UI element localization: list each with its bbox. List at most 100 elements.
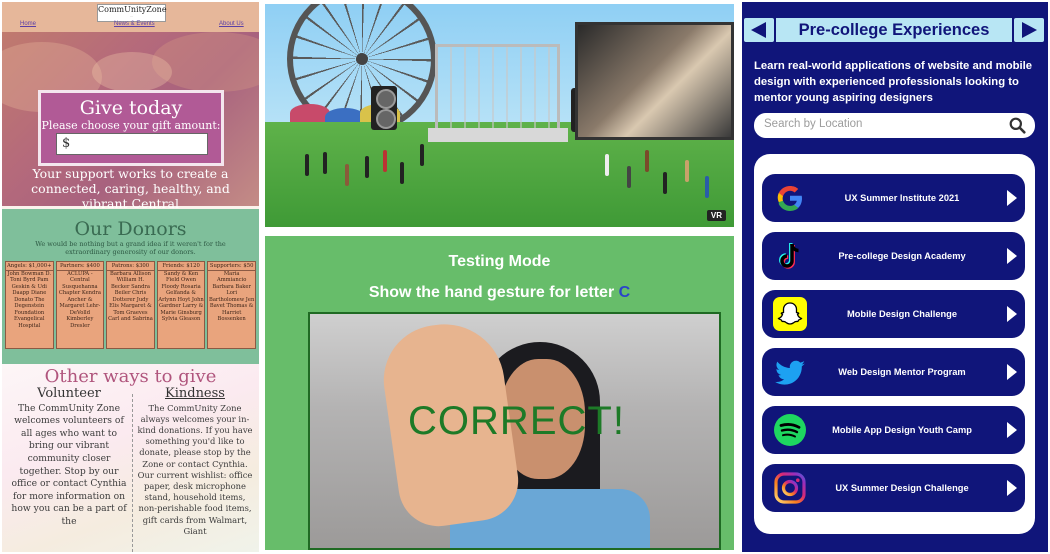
programs-list: UX Summer Institute 2021 Pre-college Des… xyxy=(754,154,1035,534)
logo-tagline: ... xyxy=(130,14,133,18)
column-divider xyxy=(132,394,133,552)
gesture-prompt: Show the hand gesture for letter C xyxy=(265,284,734,302)
donor-tier: Patrons: $300 Barbara Allison William H. … xyxy=(106,261,155,349)
location-search-input[interactable]: Search by Location xyxy=(754,113,1035,138)
program-label: UX Summer Design Challenge xyxy=(835,483,969,493)
tier-names: ACLUPA - Central Susquehanna Chapter Ken… xyxy=(58,270,101,329)
avatar xyxy=(663,172,667,194)
testing-mode-title: Testing Mode xyxy=(448,253,551,270)
avatar xyxy=(305,154,309,176)
tier-name: Patrons: $300 xyxy=(107,263,154,271)
kindness-column: Kindness The CommUnity Zone always welco… xyxy=(136,386,254,537)
volunteer-text: The CommUnity Zone welcomes volunteers o… xyxy=(11,402,127,527)
program-item[interactable]: Pre-college Design Academy xyxy=(762,232,1025,280)
donors-title: Our Donors xyxy=(74,218,187,240)
stage-floor xyxy=(428,128,568,142)
kindness-text: The CommUnity Zone always welcomes your … xyxy=(137,402,253,536)
other-ways-section: Other ways to give Volunteer The CommUni… xyxy=(2,364,259,552)
gift-amount-input[interactable]: $ xyxy=(56,133,208,155)
video-screen xyxy=(575,22,734,140)
tier-name: Partners: $400 xyxy=(56,263,104,271)
community-zone-panel: CommUnityZone ... Home News & Events Abo… xyxy=(2,2,259,552)
search-placeholder: Search by Location xyxy=(764,118,863,130)
kindness-heading: Kindness xyxy=(165,386,225,401)
spotify-icon xyxy=(774,414,806,446)
volunteer-column: Volunteer The CommUnity Zone welcomes vo… xyxy=(10,386,128,529)
snapchat-icon xyxy=(773,297,807,331)
logo-text: CommUnityZone xyxy=(98,5,167,14)
nav-news-link[interactable]: News & Events xyxy=(114,21,155,27)
donors-section: Our Donors We would be nothing but a gra… xyxy=(2,209,259,364)
donor-tiers: Angels: $1,000+ John Bowman D. Toni Byrd … xyxy=(2,261,259,349)
tiktok-icon xyxy=(779,243,799,269)
program-item[interactable]: UX Summer Institute 2021 xyxy=(762,174,1025,222)
tier-name: Friends: $120 xyxy=(157,263,205,271)
give-subtitle: Please choose your gift amount: xyxy=(41,119,221,132)
donor-tier: Supporters: $50 Maria Ammiancio Barbara B… xyxy=(207,261,256,349)
vr-mode-button[interactable]: VR xyxy=(706,210,726,221)
support-text: Your support works to create a connected… xyxy=(31,166,230,211)
play-icon xyxy=(1007,422,1017,438)
arrow-left-icon xyxy=(751,22,766,38)
donors-intro: We would be nothing but a grand idea if … xyxy=(35,240,226,256)
program-label: Web Design Mentor Program xyxy=(838,367,966,377)
nav-home-link[interactable]: Home xyxy=(20,21,36,27)
play-icon xyxy=(1007,248,1017,264)
avatar xyxy=(400,162,404,184)
program-item[interactable]: UX Summer Design Challenge xyxy=(762,464,1025,512)
program-item[interactable]: Mobile Design Challenge xyxy=(762,290,1025,338)
vr-concert-scene: VR xyxy=(265,4,734,227)
site-header: CommUnityZone ... Home News & Events Abo… xyxy=(2,2,259,32)
play-icon xyxy=(1007,364,1017,380)
nav-about-link[interactable]: About Us xyxy=(219,21,244,27)
play-icon xyxy=(1007,190,1017,206)
tier-names: Barbara Allison William H. Becker Sandra… xyxy=(108,270,153,323)
avatar xyxy=(685,160,689,182)
site-logo[interactable]: CommUnityZone ... xyxy=(97,4,167,22)
wheel-hub xyxy=(356,53,368,65)
play-icon xyxy=(1007,480,1017,496)
tier-name: Angels: $1,000+ xyxy=(6,263,53,271)
program-label: Mobile App Design Youth Camp xyxy=(832,425,972,435)
donor-tier: Friends: $120 Sandy & Ken Field Owen Floo… xyxy=(156,261,206,349)
avatar xyxy=(323,152,327,174)
tier-names: John Bowman D. Toni Byrd Pam Geskin & Ud… xyxy=(7,270,52,329)
play-icon xyxy=(1007,306,1017,322)
program-item[interactable]: Web Design Mentor Program xyxy=(762,348,1025,396)
program-label: UX Summer Institute 2021 xyxy=(844,193,960,203)
hands-image xyxy=(92,52,172,92)
precollege-description: Learn real-world applications of website… xyxy=(754,60,1033,104)
donor-tier: Partners: $400 ACLUPA - Central Susquehan… xyxy=(55,261,105,349)
avatar xyxy=(645,150,649,172)
instagram-icon xyxy=(774,472,806,504)
speaker xyxy=(371,86,397,130)
twitter-icon xyxy=(775,360,805,385)
avatar xyxy=(420,144,424,166)
precollege-panel: Pre-college Experiences Learn real-world… xyxy=(742,2,1048,552)
avatar xyxy=(383,150,387,172)
give-today-box: Give today Please choose your gift amoun… xyxy=(38,90,224,166)
tier-name: Supporters: $50 xyxy=(208,263,255,271)
concert-stage xyxy=(428,44,568,142)
program-label: Mobile Design Challenge xyxy=(846,309,958,319)
google-icon xyxy=(777,186,802,211)
program-label: Pre-college Design Academy xyxy=(838,251,966,261)
tent xyxy=(290,104,330,122)
precollege-header: Pre-college Experiences xyxy=(742,12,1048,46)
tier-names: Maria Ammiancio Barbara Baker Lori Barth… xyxy=(209,270,255,323)
hands-image xyxy=(152,32,259,92)
other-ways-title: Other ways to give xyxy=(44,366,217,387)
donor-tier: Angels: $1,000+ John Bowman D. Toni Byrd … xyxy=(5,261,54,349)
previous-button[interactable] xyxy=(744,18,774,42)
volunteer-heading: Volunteer xyxy=(37,386,101,401)
precollege-title: Pre-college Experiences xyxy=(776,18,1012,42)
result-feedback: CORRECT! xyxy=(408,399,625,443)
give-title: Give today xyxy=(79,97,183,119)
avatar xyxy=(705,176,709,198)
next-button[interactable] xyxy=(1014,18,1044,42)
avatar xyxy=(605,154,609,176)
testing-mode-panel: Testing Mode Show the hand gesture for l… xyxy=(265,236,734,550)
search-icon[interactable] xyxy=(1009,117,1026,134)
program-item[interactable]: Mobile App Design Youth Camp xyxy=(762,406,1025,454)
prompt-text: Show the hand gesture for letter xyxy=(368,284,615,301)
